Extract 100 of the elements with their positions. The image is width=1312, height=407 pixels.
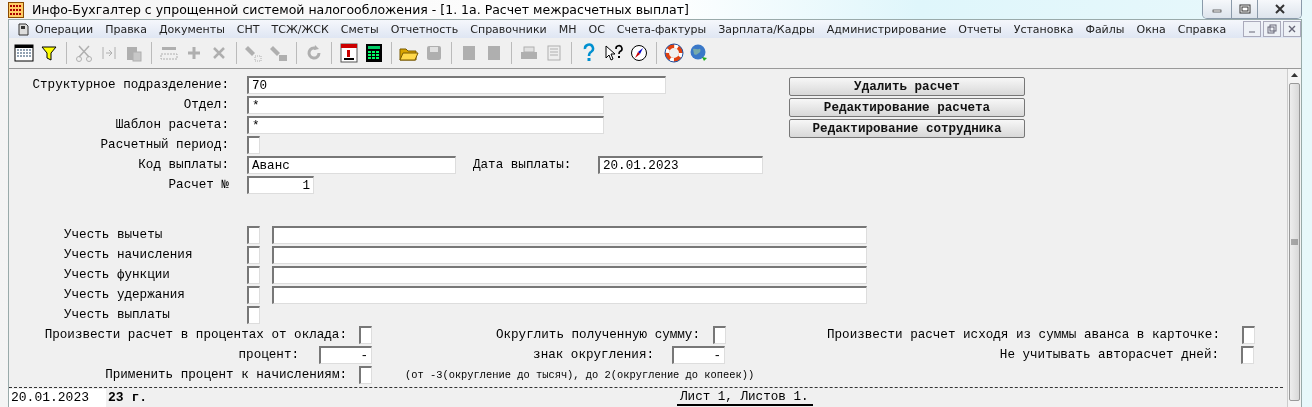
field-label: Учесть начисления bbox=[63, 248, 194, 262]
date-field[interactable]: 20.01.2023 bbox=[598, 156, 763, 174]
checkbox[interactable] bbox=[247, 306, 260, 324]
menu-item[interactable]: Справка bbox=[1171, 20, 1233, 38]
input-field[interactable]: 70 bbox=[247, 76, 666, 94]
menu-item[interactable]: Сметы bbox=[334, 20, 385, 38]
menu-item[interactable]: Отчетность bbox=[384, 20, 465, 38]
menu-item[interactable]: Зарплата/Кадры bbox=[712, 20, 821, 38]
field-label: Расчет № bbox=[167, 178, 229, 192]
field-label: Применить процент к начислениям: bbox=[104, 368, 347, 382]
table-icon bbox=[14, 44, 34, 62]
hint-text: (от -3(округление до тысяч), до 2(округление до копеек)) bbox=[405, 369, 755, 381]
field-label: Учесть функции bbox=[63, 268, 171, 282]
menu-item[interactable]: Счета-фактуры bbox=[610, 20, 713, 38]
field-label: Отдел: bbox=[182, 98, 229, 112]
status-date: 20.01.2023 bbox=[9, 388, 106, 407]
scissors-icon bbox=[75, 44, 93, 62]
pointer-help-icon bbox=[604, 44, 624, 62]
field-label: Произвести расчет в процентах от оклада: bbox=[43, 328, 347, 342]
action-button[interactable]: Удалить расчет bbox=[789, 77, 1025, 96]
input-field[interactable] bbox=[272, 226, 867, 244]
help-icon bbox=[582, 43, 596, 63]
checkbox[interactable] bbox=[713, 326, 726, 344]
field-label: Учесть выплаты bbox=[63, 308, 171, 322]
checkbox[interactable] bbox=[1242, 326, 1255, 344]
checkbox[interactable] bbox=[247, 246, 260, 264]
restore-icon bbox=[1267, 24, 1277, 34]
percent-field[interactable]: - bbox=[319, 346, 372, 364]
sheet-icon bbox=[545, 44, 563, 62]
menu-item[interactable]: СНТ bbox=[230, 20, 266, 38]
menu-item[interactable]: Файлы bbox=[1079, 20, 1131, 38]
checkbox[interactable] bbox=[247, 266, 260, 284]
input-field[interactable] bbox=[272, 266, 867, 284]
menu-item[interactable]: Окна bbox=[1130, 20, 1172, 38]
page-count: Лист 1, Листов 1. bbox=[677, 389, 813, 406]
input-field[interactable] bbox=[272, 286, 867, 304]
refresh-icon bbox=[305, 44, 323, 62]
field-label: Произвести расчет исходя из суммы аванса в карточке: bbox=[826, 328, 1220, 342]
checkbox[interactable] bbox=[359, 326, 372, 344]
menu-item[interactable]: Отчеты bbox=[952, 20, 1008, 38]
close-icon bbox=[1288, 25, 1296, 33]
close-button[interactable] bbox=[1283, 21, 1301, 37]
toolbar-button[interactable] bbox=[663, 42, 685, 64]
input-field[interactable]: * bbox=[247, 116, 604, 134]
status-text: 23 г. bbox=[107, 390, 147, 405]
checkbox[interactable] bbox=[247, 136, 260, 154]
document-icon[interactable] bbox=[17, 22, 29, 36]
cross-icon bbox=[211, 45, 227, 61]
checkbox[interactable] bbox=[1241, 346, 1254, 364]
checkbox[interactable] bbox=[359, 366, 372, 384]
clipboard-icon bbox=[125, 44, 143, 62]
maximize-button[interactable] bbox=[1231, 0, 1257, 18]
checkbox[interactable] bbox=[247, 286, 260, 304]
field-label: процент: bbox=[237, 348, 299, 362]
close-button[interactable] bbox=[1257, 0, 1301, 18]
rounding-field[interactable]: - bbox=[672, 346, 725, 364]
abacus-icon bbox=[8, 1, 24, 18]
window-title: Инфо-Бухгалтер с упрощенной системой налогообложения - [1. 1а. Расчет межрасчетных выплат] bbox=[32, 2, 689, 17]
field-label: Структурное подразделение: bbox=[31, 78, 229, 92]
toolbar-button[interactable] bbox=[628, 42, 650, 64]
menu-item[interactable]: Операции bbox=[29, 20, 100, 38]
menu-item[interactable]: Документы bbox=[153, 20, 231, 38]
menu-item[interactable]: Правка bbox=[99, 20, 153, 38]
menu-item[interactable]: ТСЖ/ЖСК bbox=[265, 20, 335, 38]
close-icon bbox=[1273, 4, 1286, 14]
filter-icon bbox=[41, 45, 57, 61]
globe-icon bbox=[689, 43, 709, 63]
checkbox[interactable] bbox=[247, 226, 260, 244]
input-field[interactable]: 1 bbox=[247, 176, 314, 194]
toolbar-button[interactable] bbox=[603, 42, 625, 64]
input-field[interactable] bbox=[272, 246, 867, 264]
field-label: Не учитывать авторасчет дней: bbox=[998, 348, 1219, 362]
calculator-icon bbox=[365, 43, 383, 63]
toolbar-button[interactable] bbox=[363, 42, 385, 64]
plus-icon bbox=[186, 45, 202, 61]
marker-icon bbox=[245, 44, 263, 62]
field-label: Учесть удержания bbox=[63, 288, 186, 302]
document-icon bbox=[485, 44, 503, 62]
lifebuoy-icon bbox=[664, 43, 684, 63]
toolbar-button[interactable] bbox=[338, 42, 360, 64]
menu-item[interactable]: Администрирование bbox=[820, 20, 953, 38]
field-label: Шаблон расчета: bbox=[114, 118, 229, 132]
field-label: Округлить полученную сумму: bbox=[494, 328, 700, 342]
scrollbar-thumb[interactable] bbox=[1289, 83, 1300, 401]
menu-item[interactable]: МН bbox=[552, 20, 583, 38]
action-button[interactable]: Редактирование расчета bbox=[789, 98, 1025, 117]
calendar-icon bbox=[340, 43, 358, 63]
input-field[interactable]: * bbox=[247, 96, 604, 114]
arrows-icon bbox=[100, 44, 118, 62]
marker-icon bbox=[270, 44, 288, 62]
input-field[interactable]: Аванс bbox=[247, 156, 456, 174]
field-label: Дата выплаты: bbox=[473, 158, 573, 172]
action-button[interactable]: Редактирование сотрудника bbox=[789, 119, 1025, 138]
toolbar-button[interactable] bbox=[13, 42, 35, 64]
field-label: Код выплаты: bbox=[137, 158, 229, 172]
menu-item[interactable]: ОС bbox=[582, 20, 611, 38]
menu-item[interactable]: Справочники bbox=[464, 20, 553, 38]
menu-item[interactable]: Установка bbox=[1007, 20, 1080, 38]
maximize-icon bbox=[1238, 4, 1251, 14]
document-icon bbox=[460, 44, 478, 62]
